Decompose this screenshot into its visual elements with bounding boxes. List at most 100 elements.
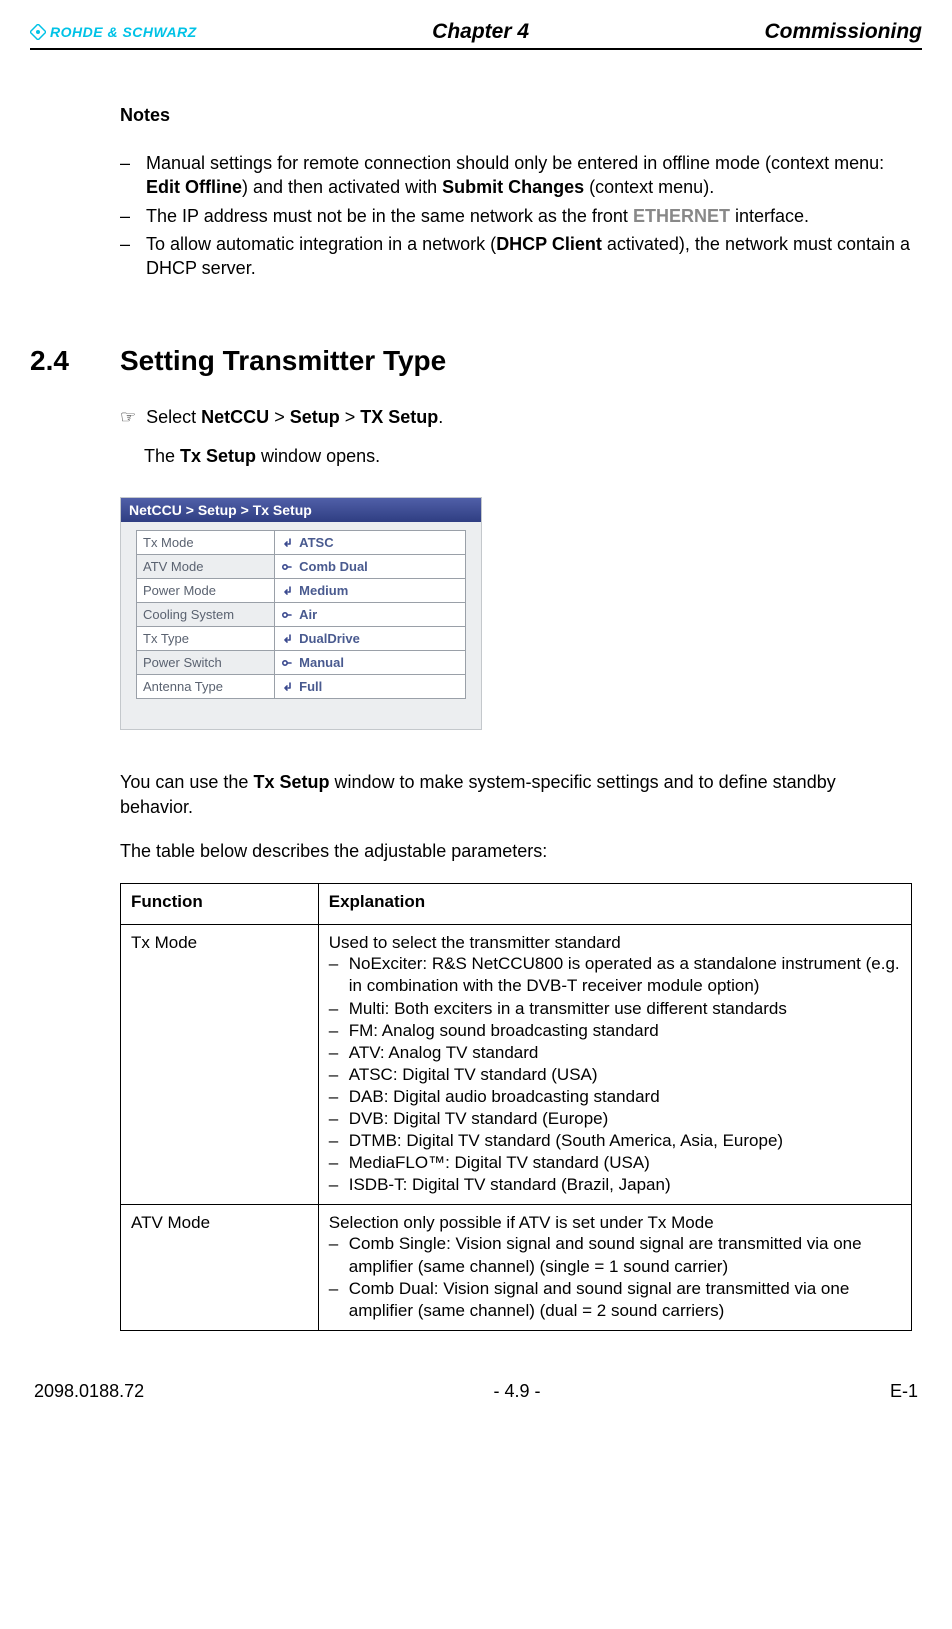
list-item: Comb Dual: Vision signal and sound signa… [329,1278,901,1322]
setting-label: Tx Mode [137,531,275,555]
screenshot-breadcrumb: NetCCU > Setup > Tx Setup [121,498,481,522]
notes-list: Manual settings for remote connection sh… [120,151,912,280]
setting-label: Cooling System [137,603,275,627]
setting-label: ATV Mode [137,555,275,579]
text-bold: Setup [290,407,340,427]
text-bold: Edit Offline [146,177,242,197]
lock-icon [281,561,293,573]
enter-icon [281,585,293,597]
footer-right: E-1 [890,1381,918,1402]
enter-icon [281,633,293,645]
setting-label: Power Switch [137,651,275,675]
body-paragraph: The table below describes the adjustable… [120,839,912,863]
text: > [269,407,290,427]
page-title: Commissioning [764,20,922,44]
function-cell: ATV Mode [121,1205,319,1330]
step-result: The Tx Setup window opens. [144,446,922,467]
setting-value[interactable]: Medium [275,579,466,603]
table-row: ATV Mode Comb Dual [137,555,466,579]
list-item: FM: Analog sound broadcasting standard [329,1020,901,1042]
parameter-table: Function Explanation Tx ModeUsed to sele… [120,883,912,1330]
footer-left: 2098.0188.72 [34,1381,144,1402]
setting-value[interactable]: Air [275,603,466,627]
table-row: Power Mode Medium [137,579,466,603]
list-item: DAB: Digital audio broadcasting standard [329,1086,901,1108]
value-text: ATSC [299,535,333,550]
setting-label: Power Mode [137,579,275,603]
text-bold: Submit Changes [442,177,584,197]
note-item: Manual settings for remote connection sh… [120,151,912,200]
body-paragraph: You can use the Tx Setup window to make … [120,770,912,819]
section-title: Setting Transmitter Type [120,345,446,377]
text: Select [146,407,201,427]
explanation-list: Comb Single: Vision signal and sound sig… [329,1233,901,1321]
text: > [340,407,361,427]
text-bold: Tx Setup [180,446,256,466]
brand-logo: ROHDE & SCHWARZ [30,24,197,40]
text-bold: TX Setup [360,407,438,427]
list-item: MediaFLO™: Digital TV standard (USA) [329,1152,901,1174]
text: The [144,446,180,466]
lock-icon [281,609,293,621]
text-bold: DHCP Client [496,234,602,254]
setting-value[interactable]: Comb Dual [275,555,466,579]
text: To allow automatic integration in a netw… [146,234,496,254]
text: window opens. [256,446,380,466]
text: . [438,407,443,427]
instruction-step: ☞ Select NetCCU > Setup > TX Setup. [120,407,922,446]
list-item: ATSC: Digital TV standard (USA) [329,1064,901,1086]
setting-label: Antenna Type [137,675,275,699]
page-header: ROHDE & SCHWARZ Chapter 4 Commissioning [30,20,922,50]
step-text: Select NetCCU > Setup > TX Setup. [146,407,443,428]
table-row: Tx ModeUsed to select the transmitter st… [121,925,912,1205]
text-caps: ETHERNET [633,206,730,226]
lock-icon [281,657,293,669]
logo-diamond-icon [30,24,46,40]
list-item: DTMB: Digital TV standard (South America… [329,1130,901,1152]
section-heading: 2.4 Setting Transmitter Type [30,345,922,377]
explanation-list: NoExciter: R&S NetCCU800 is operated as … [329,953,901,1196]
note-item: The IP address must not be in the same n… [120,204,912,228]
text: interface. [730,206,809,226]
chapter-label: Chapter 4 [432,20,529,44]
setting-value[interactable]: Full [275,675,466,699]
brand-text: ROHDE & SCHWARZ [50,24,197,40]
enter-icon [281,681,293,693]
value-text: Manual [299,655,344,670]
value-text: DualDrive [299,631,360,646]
text: Manual settings for remote connection sh… [146,153,884,173]
table-row: Tx Mode ATSC [137,531,466,555]
text-bold: Tx Setup [253,772,329,792]
text: (context menu). [584,177,714,197]
value-text: Medium [299,583,348,598]
note-item: To allow automatic integration in a netw… [120,232,912,281]
list-item: Multi: Both exciters in a transmitter us… [329,998,901,1020]
list-item: NoExciter: R&S NetCCU800 is operated as … [329,953,901,997]
list-item: Comb Single: Vision signal and sound sig… [329,1233,901,1277]
value-text: Full [299,679,322,694]
setting-value[interactable]: Manual [275,651,466,675]
table-row: ATV ModeSelection only possible if ATV i… [121,1205,912,1330]
table-header-function: Function [121,884,319,915]
list-item: ISDB-T: Digital TV standard (Brazil, Jap… [329,1174,901,1196]
explanation-cell: Selection only possible if ATV is set un… [318,1205,911,1330]
function-cell: Tx Mode [121,925,319,1205]
setting-label: Tx Type [137,627,275,651]
setting-value[interactable]: ATSC [275,531,466,555]
section-number: 2.4 [30,345,120,377]
tx-setup-screenshot: NetCCU > Setup > Tx Setup Tx Mode ATSC ATV… [120,497,482,730]
table-row: Power Switch Manual [137,651,466,675]
table-header-explanation: Explanation [318,884,911,915]
explanation-cell: Used to select the transmitter standardN… [318,925,911,1205]
setting-value[interactable]: DualDrive [275,627,466,651]
text: You can use the [120,772,253,792]
text: ) and then activated with [242,177,442,197]
explanation-intro: Used to select the transmitter standard [329,933,901,953]
value-text: Comb Dual [299,559,368,574]
value-text: Air [299,607,317,622]
table-row: Cooling System Air [137,603,466,627]
list-item: ATV: Analog TV standard [329,1042,901,1064]
page-footer: 2098.0188.72 - 4.9 - E-1 [30,1381,922,1402]
text-bold: NetCCU [201,407,269,427]
pointer-icon: ☞ [120,407,136,429]
